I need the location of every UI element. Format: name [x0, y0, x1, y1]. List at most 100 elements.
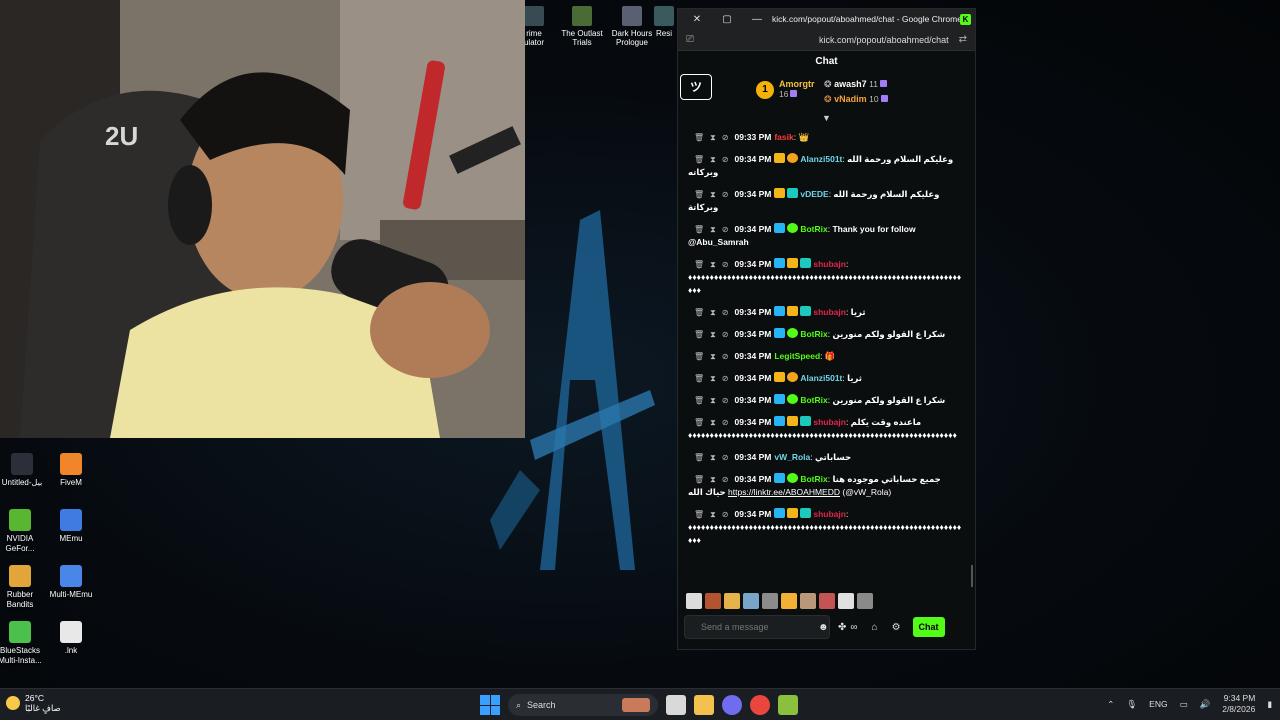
- address-bar-url[interactable]: kick.com/popout/aboahmed/chat: [694, 35, 959, 45]
- chat-message[interactable]: 🗑 ⧗ ⊘ 09:34 PM BotRix: شكرا ع القولو ولكم من…: [688, 394, 963, 407]
- timeout-hourglass-icon[interactable]: ⧗: [710, 418, 716, 427]
- emote-icon[interactable]: [705, 593, 721, 609]
- timeout-hourglass-icon[interactable]: ⧗: [710, 330, 716, 339]
- timeout-hourglass-icon[interactable]: ⧗: [710, 225, 716, 234]
- chat-message[interactable]: 🗑 ⧗ ⊘ 09:33 PM fasik: 👑: [688, 131, 963, 144]
- delete-message-icon[interactable]: 🗑: [694, 133, 704, 142]
- desktop-icon-lnk[interactable]: .lnk: [44, 621, 98, 656]
- emote-icon[interactable]: [724, 593, 740, 609]
- timeout-hourglass-icon[interactable]: ⧗: [710, 155, 716, 164]
- task-view-icon[interactable]: [666, 695, 686, 715]
- message-username[interactable]: Alanzi501t: [800, 373, 842, 383]
- emoji-picker-icon[interactable]: ☻: [818, 622, 829, 633]
- emote-icon[interactable]: [686, 593, 702, 609]
- kicks-icon[interactable]: ✤: [838, 622, 846, 633]
- page-controls-icon[interactable]: ⇄: [959, 34, 967, 45]
- tray-overflow-chevron-up-icon[interactable]: ⌃: [1107, 699, 1114, 710]
- delete-message-icon[interactable]: 🗑: [694, 352, 704, 361]
- emote-icon[interactable]: [743, 593, 759, 609]
- delete-message-icon[interactable]: 🗑: [694, 260, 704, 269]
- pinned-message-icon[interactable]: ▼: [822, 113, 831, 123]
- minimize-window-button[interactable]: —: [742, 14, 772, 25]
- emote-icon[interactable]: [838, 593, 854, 609]
- ban-icon[interactable]: ⊘: [722, 330, 729, 339]
- chrome-icon[interactable]: [750, 695, 770, 715]
- message-username[interactable]: shubajn: [813, 417, 846, 427]
- infinity-icon[interactable]: ∞: [850, 622, 857, 633]
- chat-message[interactable]: 🗑 ⧗ ⊘ 09:34 PM vDEDE: وعليكم السلام ورحمة ال…: [688, 188, 963, 214]
- delete-message-icon[interactable]: 🗑: [694, 510, 704, 519]
- delete-message-icon[interactable]: 🗑: [694, 308, 704, 317]
- ban-icon[interactable]: ⊘: [722, 225, 729, 234]
- desktop-icon-nvidia[interactable]: NVIDIA GeFor...: [0, 509, 47, 554]
- leaderboard-third-entry[interactable]: ❂ vNadim 10: [824, 94, 888, 105]
- message-username[interactable]: fasik: [774, 132, 793, 142]
- chat-message[interactable]: 🗑 ⧗ ⊘ 09:34 PM vW_Rola: حساباتي: [688, 451, 963, 464]
- ban-icon[interactable]: ⊘: [722, 155, 729, 164]
- timeout-hourglass-icon[interactable]: ⧗: [710, 475, 716, 484]
- timeout-hourglass-icon[interactable]: ⧗: [710, 453, 716, 462]
- message-username[interactable]: BotRix: [800, 329, 827, 339]
- timeout-hourglass-icon[interactable]: ⧗: [710, 352, 716, 361]
- store-icon[interactable]: ⌂: [872, 622, 878, 633]
- chat-message[interactable]: 🗑 ⧗ ⊘ 09:34 PM shubajn: ثريا: [688, 306, 963, 319]
- taskbar-search[interactable]: ⌕ Search: [508, 694, 658, 716]
- app-icon[interactable]: [778, 695, 798, 715]
- delete-message-icon[interactable]: 🗑: [694, 475, 704, 484]
- delete-message-icon[interactable]: 🗑: [694, 330, 704, 339]
- message-link[interactable]: https://linktr.ee/ABOAHMEDD: [728, 487, 840, 497]
- input-language[interactable]: ENG: [1149, 699, 1167, 709]
- message-username[interactable]: BotRix: [800, 395, 827, 405]
- message-username[interactable]: vW_Rola: [774, 452, 810, 462]
- delete-message-icon[interactable]: 🗑: [694, 225, 704, 234]
- chat-message[interactable]: 🗑 ⧗ ⊘ 09:34 PM Alanzi501t: ثريا: [688, 372, 963, 385]
- message-username[interactable]: BotRix: [800, 474, 827, 484]
- site-info-icon[interactable]: ⎚: [686, 34, 694, 45]
- desktop-icon-fivem[interactable]: FiveM: [44, 453, 98, 488]
- message-username[interactable]: Alanzi501t: [800, 154, 842, 164]
- message-username[interactable]: LegitSpeed: [774, 351, 820, 361]
- desktop-icon-bluestacks[interactable]: BlueStacks Multi-Insta...: [0, 621, 47, 666]
- emote-icon[interactable]: [819, 593, 835, 609]
- ban-icon[interactable]: ⊘: [722, 453, 729, 462]
- message-input[interactable]: [701, 622, 818, 632]
- send-chat-button[interactable]: Chat: [912, 617, 945, 637]
- timeout-hourglass-icon[interactable]: ⧗: [710, 396, 716, 405]
- settings-gear-icon[interactable]: ⚙: [892, 622, 901, 633]
- microphone-tray-icon[interactable]: 🎙: [1126, 699, 1137, 710]
- timeout-hourglass-icon[interactable]: ⧗: [710, 190, 716, 199]
- ban-icon[interactable]: ⊘: [722, 475, 729, 484]
- ban-icon[interactable]: ⊘: [722, 308, 729, 317]
- message-username[interactable]: shubajn: [813, 307, 846, 317]
- channel-logo-icon[interactable]: ツ: [680, 74, 712, 100]
- desktop-icon-rubber-bandits[interactable]: Rubber Bandits: [0, 565, 47, 610]
- ban-icon[interactable]: ⊘: [722, 133, 729, 142]
- weather-widget[interactable]: 26°C صافٍ غالبًا: [6, 693, 61, 713]
- message-username[interactable]: vDEDE: [800, 189, 828, 199]
- taskbar-clock[interactable]: 9:34 PM 2/8/2026: [1222, 693, 1255, 715]
- ban-icon[interactable]: ⊘: [722, 352, 729, 361]
- message-input-box[interactable]: ☻: [684, 615, 830, 639]
- message-username[interactable]: BotRix: [800, 224, 827, 234]
- message-username[interactable]: shubajn: [813, 509, 846, 519]
- delete-message-icon[interactable]: 🗑: [694, 374, 704, 383]
- desktop-shortcut-resi[interactable]: Resi: [650, 6, 678, 38]
- chat-message[interactable]: 🗑 ⧗ ⊘ 09:34 PM shubajn: ♦♦♦♦♦♦♦♦♦♦♦♦♦♦♦♦♦♦♦♦…: [688, 508, 963, 547]
- desktop-shortcut-outlast-trials[interactable]: The Outlast Trials: [554, 6, 610, 47]
- desktop-icon-memu[interactable]: MEmu: [44, 509, 98, 544]
- chat-message[interactable]: 🗑 ⧗ ⊘ 09:34 PM shubajn: ماعنده وقت يكلم ♦♦♦♦…: [688, 416, 963, 442]
- leaderboard-first-entry[interactable]: Amorgtr 16: [779, 79, 815, 99]
- file-explorer-icon[interactable]: [694, 695, 714, 715]
- ban-icon[interactable]: ⊘: [722, 260, 729, 269]
- chat-message[interactable]: 🗑 ⧗ ⊘ 09:34 PM BotRix: شكرا ع القولو ولكم من…: [688, 328, 963, 341]
- emote-icon[interactable]: [800, 593, 816, 609]
- emote-icon[interactable]: [762, 593, 778, 609]
- delete-message-icon[interactable]: 🗑: [694, 396, 704, 405]
- notifications-bell-icon[interactable]: ▮: [1267, 699, 1272, 710]
- message-username[interactable]: shubajn: [813, 259, 846, 269]
- leaderboard-second-entry[interactable]: ❂ awash7 11: [824, 79, 887, 90]
- desktop-icon-multi-memu[interactable]: Multi-MEmu: [44, 565, 98, 600]
- timeout-hourglass-icon[interactable]: ⧗: [710, 260, 716, 269]
- chat-message[interactable]: 🗑 ⧗ ⊘ 09:34 PM BotRix: Thank you for follow …: [688, 223, 963, 249]
- chat-messages-list[interactable]: 🗑 ⧗ ⊘ 09:33 PM fasik: 👑 🗑 ⧗ ⊘ 09:34 PM Alanzi501t…: [678, 131, 975, 591]
